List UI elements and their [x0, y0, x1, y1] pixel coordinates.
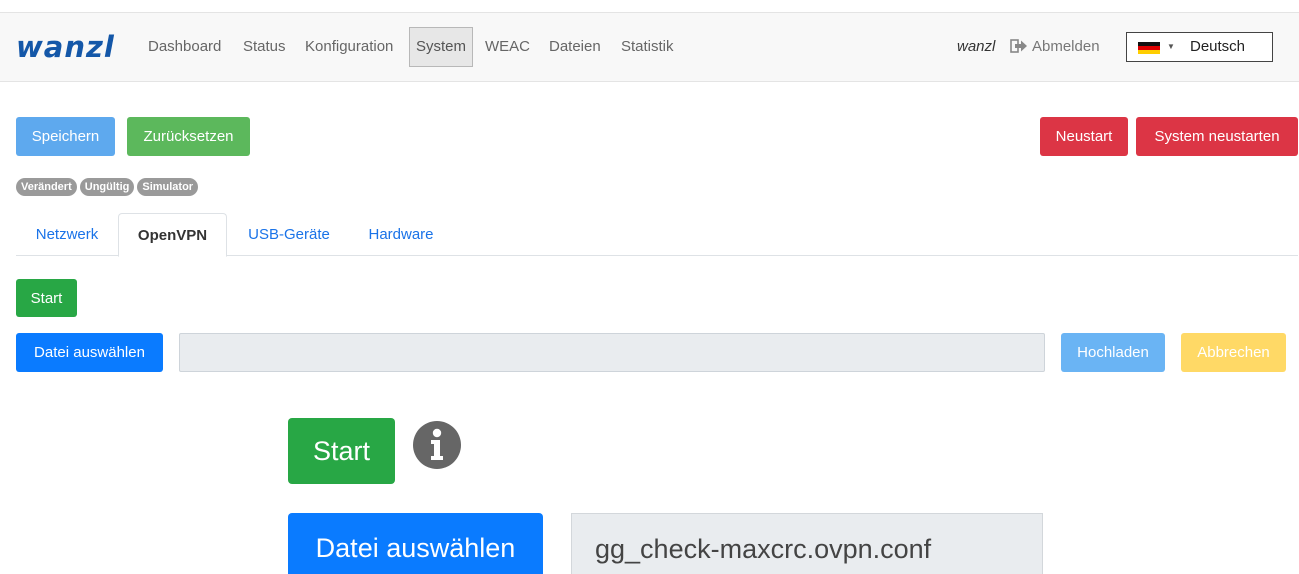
germany-flag-icon — [1138, 42, 1160, 54]
detail-choose-file-button[interactable]: Datei auswählen — [288, 513, 543, 574]
status-badge-changed: Verändert — [16, 178, 77, 196]
reset-button[interactable]: Zurücksetzen — [127, 117, 250, 156]
nav-link-weac[interactable]: WEAC — [485, 27, 530, 67]
file-name-display[interactable] — [179, 333, 1045, 372]
tab-netzwerk[interactable]: Netzwerk — [16, 213, 118, 256]
choose-file-button[interactable]: Datei auswählen — [16, 333, 163, 372]
top-navbar: wanzl Dashboard Status Konfiguration Sys… — [0, 12, 1299, 82]
save-button[interactable]: Speichern — [16, 117, 115, 156]
language-select[interactable]: ▼ Deutsch — [1126, 32, 1273, 62]
nav-link-dateien[interactable]: Dateien — [549, 27, 601, 67]
tab-openvpn[interactable]: OpenVPN — [118, 213, 227, 257]
tab-usb-geraete[interactable]: USB-Geräte — [227, 213, 351, 256]
sign-out-icon — [1010, 39, 1027, 53]
detail-start-button[interactable]: Start — [288, 418, 395, 484]
system-tabs: Netzwerk OpenVPN USB-Geräte Hardware — [16, 213, 1298, 257]
system-restart-button[interactable]: System neustarten — [1136, 117, 1298, 156]
status-badges: Verändert Ungültig Simulator — [16, 177, 201, 196]
restart-button[interactable]: Neustart — [1040, 117, 1128, 156]
tab-hardware[interactable]: Hardware — [351, 213, 451, 256]
nav-link-konfiguration[interactable]: Konfiguration — [305, 27, 393, 67]
cancel-button[interactable]: Abbrechen — [1181, 333, 1286, 372]
status-badge-simulator: Simulator — [137, 178, 199, 196]
upload-button[interactable]: Hochladen — [1061, 333, 1165, 372]
nav-link-statistik[interactable]: Statistik — [621, 27, 674, 67]
nav-link-dashboard[interactable]: Dashboard — [148, 27, 221, 67]
brand-logo[interactable]: wanzl — [16, 32, 115, 62]
info-circle-icon[interactable] — [412, 420, 462, 470]
openvpn-start-button[interactable]: Start — [16, 279, 77, 317]
logout-label: Abmelden — [1032, 38, 1100, 55]
nav-link-system[interactable]: System — [409, 27, 474, 67]
nav-link-status[interactable]: Status — [243, 27, 286, 67]
caret-down-icon: ▼ — [1167, 42, 1175, 51]
logout-link[interactable]: Abmelden — [1010, 27, 1100, 67]
current-user: wanzl — [957, 38, 996, 55]
detail-file-name-display[interactable]: gg_check-maxcrc.ovpn.conf — [571, 513, 1043, 574]
status-badge-invalid: Ungültig — [79, 178, 135, 196]
language-selected-label: Deutsch — [1190, 38, 1246, 55]
